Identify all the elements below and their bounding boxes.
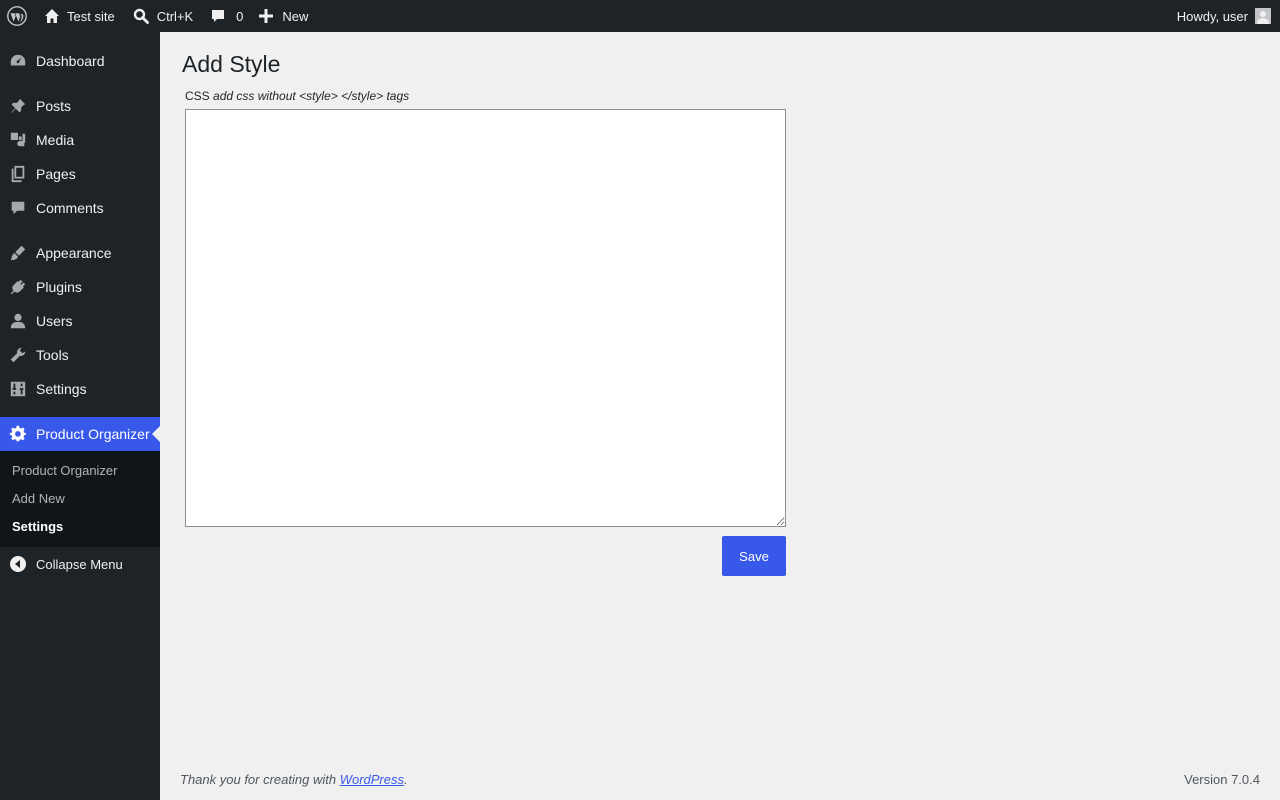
submenu-item-settings[interactable]: Settings: [12, 519, 63, 534]
plug-icon: [0, 270, 36, 304]
sidebar-item-media[interactable]: Media: [0, 123, 160, 157]
comment-icon: [0, 191, 36, 225]
avatar: [1255, 8, 1271, 24]
sidebar-item-settings[interactable]: Settings: [0, 372, 160, 406]
sidebar-item-users[interactable]: Users: [0, 304, 160, 338]
comments-count: 0: [236, 8, 244, 24]
footer-thanks: Thank you for creating with WordPress.: [180, 772, 408, 787]
dashboard-icon: [0, 44, 36, 78]
media-icon: [0, 123, 36, 157]
admin-bar: Test site Ctrl+K 0 New Howdy, user: [0, 0, 1280, 32]
account-menu[interactable]: Howdy, user: [1177, 0, 1280, 32]
user-icon: [0, 304, 36, 338]
main-content: Add Style CSS add css without <style> </…: [160, 32, 1280, 800]
pages-icon: [0, 157, 36, 191]
css-field-label: CSS add css without <style> </style> tag…: [185, 89, 409, 103]
site-name-link[interactable]: Test site: [34, 0, 123, 32]
footer-version: Version 7.0.4: [1184, 772, 1260, 787]
sidebar-item-label: Settings: [36, 381, 87, 397]
sidebar-item-label: Posts: [36, 98, 72, 114]
gear-icon: [0, 417, 36, 451]
plus-icon: [259, 9, 274, 23]
sidebar-item-comments[interactable]: Comments: [0, 191, 160, 225]
comments-link[interactable]: 0: [201, 0, 251, 32]
sidebar-item-label: Pages: [36, 166, 76, 182]
submenu-item-add-new[interactable]: Add New: [12, 491, 65, 506]
wrench-icon: [0, 338, 36, 372]
sidebar-item-label: Tools: [36, 347, 69, 363]
footer-thanks-prefix: Thank you for creating with: [180, 772, 340, 787]
sidebar-item-label: Media: [36, 132, 75, 148]
home-icon: [45, 9, 59, 23]
search-icon: [133, 8, 149, 24]
collapse-menu-label: Collapse Menu: [36, 556, 123, 572]
sidebar-item-dashboard[interactable]: Dashboard: [0, 44, 160, 78]
page-title: Add Style: [182, 51, 281, 77]
search-shortcut: Ctrl+K: [156, 8, 194, 24]
brush-icon: [0, 236, 36, 270]
footer-thanks-suffix: .: [404, 772, 408, 787]
sidebar-item-pages[interactable]: Pages: [0, 157, 160, 191]
save-button[interactable]: Save: [722, 536, 786, 576]
new-content-button[interactable]: New: [251, 0, 316, 32]
wordpress-logo-button[interactable]: [0, 0, 34, 32]
css-textarea[interactable]: [185, 109, 786, 527]
collapse-arrow-icon: [0, 556, 36, 572]
sliders-icon: [0, 372, 36, 406]
greeting: Howdy, user: [1176, 8, 1248, 24]
new-label: New: [282, 8, 309, 24]
sidebar-item-plugins[interactable]: Plugins: [0, 270, 160, 304]
product-organizer-submenu: Product Organizer Add New Settings: [0, 451, 160, 547]
admin-sidebar: Dashboard Posts Media Pages Comments App…: [0, 32, 160, 800]
sidebar-item-label: Users: [36, 313, 73, 329]
comment-icon: [212, 10, 225, 22]
sidebar-item-tools[interactable]: Tools: [0, 338, 160, 372]
sidebar-item-appearance[interactable]: Appearance: [0, 236, 160, 270]
site-name: Test site: [67, 8, 115, 24]
pin-icon: [0, 89, 36, 123]
css-hint: add css without <style> </style> tags: [213, 89, 410, 103]
sidebar-item-label: Plugins: [36, 279, 82, 295]
sidebar-item-posts[interactable]: Posts: [0, 89, 160, 123]
sidebar-item-label: Appearance: [36, 245, 112, 261]
sidebar-item-label: Product Organizer: [36, 426, 150, 442]
sidebar-item-product-organizer[interactable]: Product Organizer: [0, 417, 160, 451]
submenu-item-product-organizer[interactable]: Product Organizer: [12, 463, 118, 478]
sidebar-item-label: Dashboard: [36, 53, 105, 69]
wordpress-link[interactable]: WordPress: [340, 772, 404, 787]
sidebar-item-label: Comments: [36, 200, 104, 216]
collapse-menu-button[interactable]: Collapse Menu: [0, 547, 160, 581]
wordpress-logo-icon: [7, 6, 27, 26]
command-palette-button[interactable]: Ctrl+K: [123, 0, 201, 32]
css-label: CSS: [185, 89, 210, 103]
